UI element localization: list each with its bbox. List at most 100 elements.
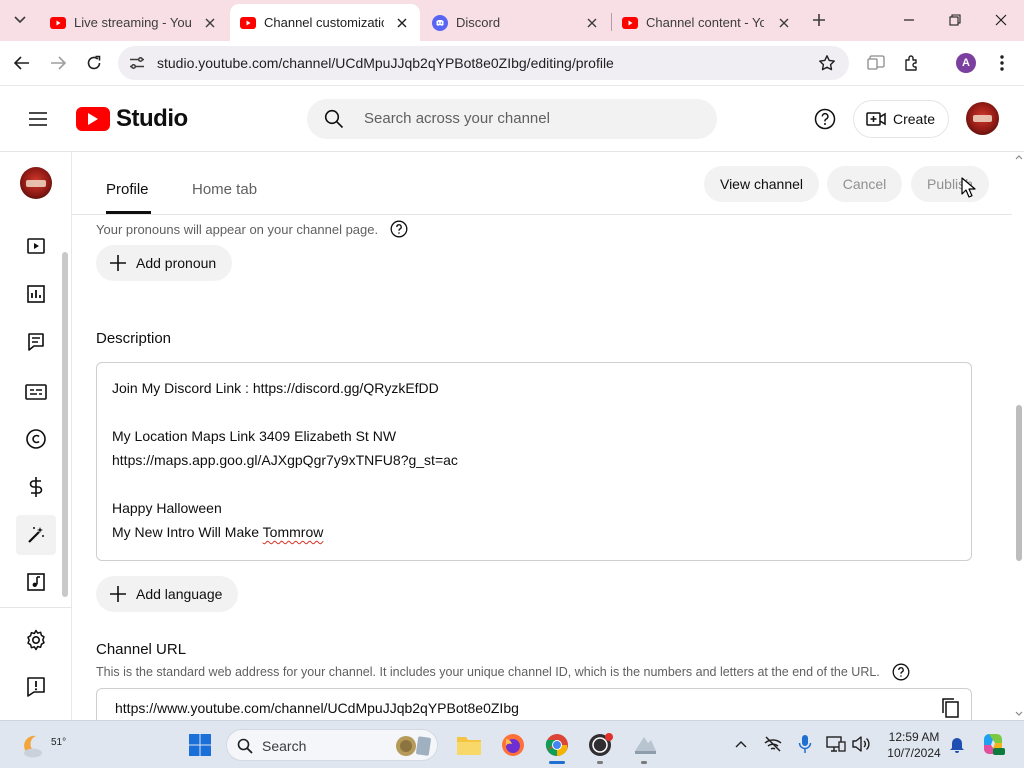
help-icon[interactable] bbox=[813, 107, 837, 131]
subtitles-icon[interactable] bbox=[22, 378, 50, 406]
customization-icon[interactable] bbox=[16, 515, 56, 555]
address-bar[interactable]: studio.youtube.com/channel/UCdMpuJJqb2qY… bbox=[118, 46, 849, 80]
create-button[interactable]: Create bbox=[853, 100, 949, 138]
network-offline-icon[interactable] bbox=[762, 733, 784, 755]
content-icon[interactable] bbox=[22, 232, 50, 260]
discord-icon bbox=[432, 14, 448, 31]
copilot-icon[interactable] bbox=[980, 731, 1006, 757]
browser-tab-discord[interactable]: Discord bbox=[422, 4, 610, 41]
show-hidden-icons-chevron-icon[interactable] bbox=[730, 733, 752, 755]
file-explorer-icon[interactable] bbox=[455, 731, 483, 759]
browser-tab-live-streaming[interactable]: Live streaming - YouTube bbox=[40, 4, 228, 41]
channel-avatar[interactable] bbox=[20, 167, 52, 199]
description-textarea[interactable]: Join My Discord Link : https://discord.g… bbox=[96, 362, 972, 561]
browser-tab-channel-content[interactable]: Channel content - YouTube bbox=[612, 4, 802, 41]
microphone-icon[interactable] bbox=[794, 733, 816, 755]
channel-search-input[interactable]: Search across your channel bbox=[307, 99, 717, 139]
left-navigation-rail bbox=[0, 152, 72, 720]
publish-button[interactable]: Publish bbox=[911, 166, 989, 202]
close-window-icon[interactable] bbox=[989, 8, 1013, 32]
add-language-button[interactable]: Add language bbox=[96, 576, 239, 612]
new-tab-icon[interactable] bbox=[807, 8, 831, 32]
display-network-icon[interactable] bbox=[825, 733, 847, 755]
bookmark-star-icon[interactable] bbox=[817, 53, 837, 73]
weather-widget[interactable]: 51° bbox=[18, 728, 66, 762]
channel-url-title: Channel URL bbox=[96, 641, 187, 658]
feedback-icon[interactable] bbox=[22, 673, 50, 701]
extensions-puzzle-icon[interactable] bbox=[900, 51, 924, 75]
youtube-icon bbox=[240, 15, 256, 31]
view-channel-button[interactable]: View channel bbox=[704, 166, 819, 202]
minimize-icon[interactable] bbox=[897, 8, 921, 32]
browser-profile-avatar[interactable]: A bbox=[956, 53, 976, 73]
restore-icon[interactable] bbox=[943, 8, 967, 32]
tab-profile[interactable]: Profile bbox=[106, 181, 149, 198]
close-tab-icon[interactable] bbox=[776, 15, 792, 31]
misspelled-word: Tommrow bbox=[262, 524, 324, 540]
tab-home[interactable]: Home tab bbox=[192, 181, 257, 198]
tab-search-chevron-icon[interactable] bbox=[8, 8, 32, 32]
photos-app-icon[interactable] bbox=[631, 731, 659, 759]
search-icon bbox=[323, 108, 345, 130]
tab-title: Channel customization bbox=[264, 15, 384, 30]
search-icon bbox=[236, 737, 254, 755]
rail-scrollbar[interactable] bbox=[62, 252, 68, 597]
site-info-icon[interactable] bbox=[126, 52, 148, 74]
firefox-icon[interactable] bbox=[499, 731, 527, 759]
tab-title: Live streaming - YouTube bbox=[74, 15, 192, 30]
close-tab-icon[interactable] bbox=[584, 15, 600, 31]
close-tab-icon[interactable] bbox=[202, 15, 218, 31]
help-circle-icon[interactable] bbox=[390, 220, 408, 238]
comments-icon[interactable] bbox=[22, 328, 50, 356]
system-clock[interactable]: 12:59 AM 10/7/2024 bbox=[882, 729, 946, 761]
plus-icon bbox=[108, 253, 128, 273]
reload-icon[interactable] bbox=[82, 51, 106, 75]
taskbar-search[interactable]: Search bbox=[226, 729, 438, 761]
main-scrollbar-thumb[interactable] bbox=[1016, 405, 1022, 561]
search-placeholder: Search across your channel bbox=[364, 110, 550, 127]
browser-tab-channel-customization[interactable]: Channel customization bbox=[230, 4, 420, 41]
create-video-icon bbox=[866, 109, 886, 129]
copy-icon[interactable] bbox=[941, 698, 961, 718]
description-line: My Location Maps Link 3409 Elizabeth St … bbox=[112, 428, 397, 444]
cast-icon[interactable] bbox=[864, 51, 888, 75]
help-circle-icon[interactable] bbox=[892, 663, 910, 681]
tab-title: Discord bbox=[456, 15, 501, 30]
rail-divider bbox=[0, 607, 72, 608]
settings-icon[interactable] bbox=[22, 626, 50, 654]
back-arrow-icon[interactable] bbox=[10, 51, 34, 75]
studio-header: Studio Search across your channel Create bbox=[0, 86, 1024, 152]
address-url: studio.youtube.com/channel/UCdMpuJJqb2qY… bbox=[157, 55, 614, 71]
volume-icon[interactable] bbox=[850, 733, 872, 755]
close-tab-icon[interactable] bbox=[394, 15, 410, 31]
scroll-up-arrow-icon[interactable] bbox=[1015, 153, 1023, 161]
copyright-icon[interactable] bbox=[22, 425, 50, 453]
channel-url-field[interactable]: https://www.youtube.com/channel/UCdMpuJJ… bbox=[96, 688, 972, 720]
cancel-button[interactable]: Cancel bbox=[827, 166, 902, 202]
scroll-down-arrow-icon[interactable] bbox=[1015, 710, 1023, 718]
description-line-last: My New Intro Will Make Tommrow bbox=[112, 520, 956, 544]
audio-library-icon[interactable] bbox=[22, 568, 50, 596]
obs-studio-icon[interactable] bbox=[587, 731, 615, 759]
forward-arrow-icon[interactable] bbox=[46, 51, 70, 75]
browser-toolbar: studio.youtube.com/channel/UCdMpuJJqb2qY… bbox=[0, 41, 1024, 86]
windows-start-icon[interactable] bbox=[186, 731, 214, 759]
account-avatar[interactable] bbox=[966, 102, 999, 135]
analytics-icon[interactable] bbox=[22, 280, 50, 308]
studio-logo[interactable]: Studio bbox=[76, 105, 188, 133]
description-line bbox=[112, 472, 956, 496]
chrome-active-indicator bbox=[549, 761, 565, 764]
profile-editor: Profile Home tab View channel Cancel Pub… bbox=[72, 152, 1024, 720]
channel-url-hint-text: This is the standard web address for you… bbox=[96, 665, 880, 679]
studio-logo-text: Studio bbox=[116, 105, 188, 132]
browser-menu-icon[interactable] bbox=[990, 51, 1014, 75]
notification-bell-icon[interactable] bbox=[946, 733, 968, 755]
add-pronoun-button[interactable]: Add pronoun bbox=[96, 245, 233, 281]
earn-icon[interactable] bbox=[22, 473, 50, 501]
pronoun-hint-text: Your pronouns will appear on your channe… bbox=[96, 221, 379, 237]
menu-hamburger-icon[interactable] bbox=[26, 107, 50, 131]
plus-icon bbox=[108, 584, 128, 604]
pronoun-hint: Your pronouns will appear on your channe… bbox=[96, 220, 408, 238]
youtube-play-logo-icon bbox=[76, 107, 110, 131]
chrome-icon[interactable] bbox=[543, 731, 571, 759]
